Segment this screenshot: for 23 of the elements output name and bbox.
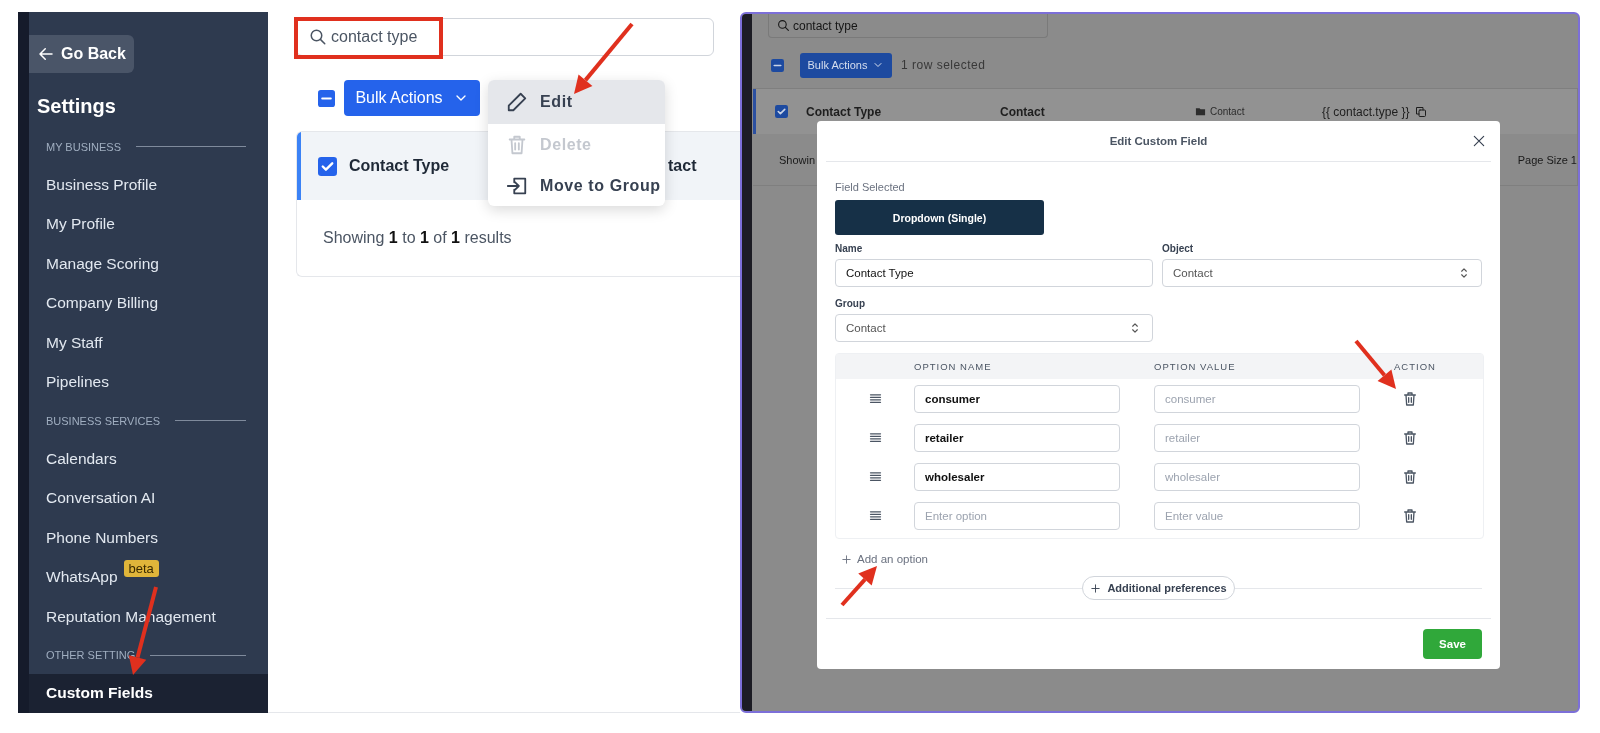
page-size-label: Page Size 1	[1517, 153, 1577, 166]
results-summary: Showing 1 to 1 of 1 results	[323, 229, 512, 247]
sidebar-title: Settings	[37, 94, 117, 119]
section-heading: OTHER SETTING	[46, 649, 136, 661]
section-heading: BUSINESS SERVICES	[46, 414, 161, 427]
table-cell-text: Contact Type	[806, 104, 883, 119]
section-heading: MY BUSINESS	[46, 140, 121, 153]
column-header: OPTION NAME	[914, 361, 992, 372]
modal-title: Edit Custom Field	[1109, 135, 1208, 147]
table-cell-text: Contact Type	[349, 157, 451, 175]
field-label: Field Selected	[835, 180, 906, 194]
table-cell: Contact	[1210, 106, 1245, 117]
field-label: Object	[1162, 243, 1195, 255]
table-cell: {{ contact.type }}	[1322, 104, 1410, 119]
field-label: Name	[835, 243, 864, 255]
selection-count: 1 row selected	[901, 58, 986, 72]
table-cell: tact	[668, 157, 697, 175]
table-cell-text: Contact	[1000, 104, 1046, 119]
column-header: OPTION VALUE	[1154, 361, 1236, 372]
beta-badge: beta	[123, 559, 159, 577]
field-label: Group	[835, 298, 866, 310]
column-header: ACTION	[1394, 361, 1436, 372]
results-summary: Showin	[779, 153, 816, 166]
